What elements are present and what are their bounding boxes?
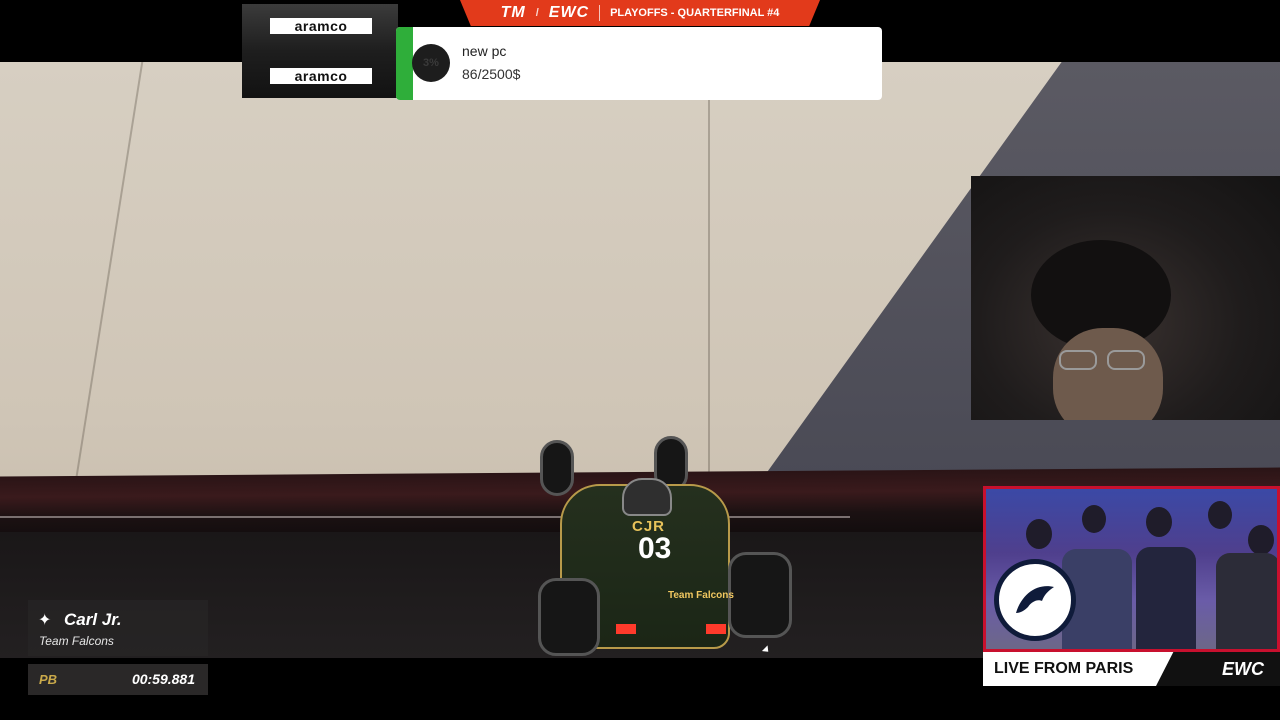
- falcon-icon: ✦: [38, 612, 52, 629]
- wall-seam: [708, 62, 710, 472]
- sponsor-logo-bottom: aramco: [270, 68, 372, 84]
- goal-percent: 3%: [423, 57, 439, 69]
- goal-title: new pc: [462, 43, 507, 59]
- goal-amount: 86/2500$: [462, 66, 521, 82]
- stage-label: PLAYOFFS - QUARTERFINAL #4: [610, 7, 780, 19]
- pb-time: 00:59.881: [131, 671, 195, 687]
- glasses-icon: [1059, 350, 1151, 370]
- live-banner: LIVE FROM PARIS EWC: [983, 652, 1280, 686]
- crowd-camera: [983, 486, 1280, 652]
- donation-goal-widget: 3% new pc 86/2500$: [396, 27, 882, 100]
- player-card: ✦ Carl Jr. Team Falcons: [28, 600, 208, 656]
- webcam-person-face: [1053, 328, 1163, 420]
- player-team: Team Falcons: [39, 634, 114, 648]
- car-wheel: [538, 578, 600, 656]
- streamer-webcam: [971, 176, 1280, 420]
- personal-best-bar: PB 00:59.881: [28, 664, 208, 695]
- sponsor-logo-top: aramco: [270, 18, 372, 34]
- team-liquid-logo-icon: [994, 559, 1076, 641]
- wall-seam: [74, 62, 144, 482]
- car-cockpit: [622, 478, 672, 516]
- banner-divider: [599, 5, 601, 21]
- goal-percent-circle: 3%: [412, 44, 450, 82]
- sponsor-sign: aramco aramco: [242, 4, 398, 98]
- pb-label: PB: [39, 672, 58, 687]
- slash-divider-icon: /: [535, 7, 539, 19]
- game-logo: TM: [500, 4, 526, 21]
- ewc-logo-text: EWC: [1222, 658, 1264, 679]
- ewc-logo: EWC: [1156, 652, 1280, 686]
- event-banner: TM / EWC PLAYOFFS - QUARTERFINAL #4: [460, 0, 820, 26]
- car-wheel: [540, 440, 574, 496]
- car-wheel: [728, 552, 792, 638]
- live-location-text: LIVE FROM PARIS: [994, 660, 1134, 677]
- goal-progress-bar: [396, 27, 413, 100]
- player-name: Carl Jr.: [64, 610, 122, 629]
- event-logo: EWC: [548, 4, 590, 21]
- race-car: [530, 434, 800, 656]
